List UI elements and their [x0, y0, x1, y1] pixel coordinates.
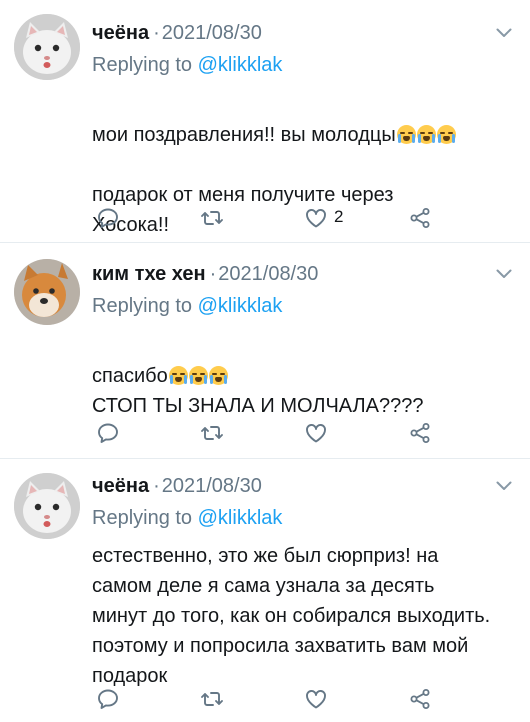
retweet-icon	[201, 211, 223, 225]
speech-bubble-icon	[98, 689, 118, 709]
like-button[interactable]	[304, 687, 328, 711]
tweet-text: мои поздравления!! вы молодцы	[92, 90, 510, 150]
tweet-date[interactable]: 2021/08/30	[162, 473, 262, 499]
tweet-date[interactable]: 2021/08/30	[162, 20, 262, 46]
crying-emoji	[416, 125, 436, 144]
replying-to-label: Replying to	[92, 507, 198, 529]
retweet-icon	[201, 426, 223, 440]
heart-icon	[306, 209, 326, 228]
tweet-actions: 2	[96, 206, 432, 230]
tweet-text-paragraph: СТОП ТЫ ЗНАЛА И МОЛЧАЛА????	[92, 395, 424, 417]
share-icon	[410, 689, 430, 709]
crying-emoji	[396, 125, 416, 144]
share-button[interactable]	[408, 687, 432, 711]
retweet-icon	[201, 692, 223, 706]
replying-to: Replying to @klikklak	[92, 505, 510, 531]
reply-button[interactable]	[96, 421, 120, 445]
replying-to: Replying to @klikklak	[92, 52, 510, 78]
tweet-header: чеёна · 2021/08/30	[92, 20, 510, 46]
speech-bubble-icon	[98, 208, 118, 228]
tweet-header: чеёна · 2021/08/30	[92, 473, 510, 499]
share-icon	[410, 423, 430, 443]
crying-emoji	[188, 366, 208, 385]
heart-icon	[306, 424, 326, 443]
display-name[interactable]: ким тхе хен	[92, 261, 206, 287]
tweet[interactable]: ким тхе хен · 2021/08/30 Replying to @kl…	[0, 243, 530, 459]
tweet-date[interactable]: 2021/08/30	[218, 261, 318, 287]
tweet[interactable]: чеёна · 2021/08/30 Replying to @klikklak…	[0, 0, 530, 243]
crying-emoji	[168, 366, 188, 385]
reply-button[interactable]	[96, 687, 120, 711]
tweet-actions	[96, 687, 432, 711]
like-count: 2	[334, 207, 344, 226]
share-button[interactable]	[408, 206, 432, 230]
replying-to-label: Replying to	[92, 295, 198, 317]
replying-to-handle[interactable]: @klikklak	[198, 54, 283, 76]
tweet-text-line: спасибо	[92, 365, 168, 387]
avatar[interactable]	[14, 14, 80, 80]
tweet-actions	[96, 421, 432, 445]
display-name[interactable]: чеёна	[92, 473, 149, 499]
chevron-down-icon[interactable]	[496, 481, 512, 491]
retweet-button[interactable]	[200, 687, 224, 711]
crying-emoji	[436, 125, 456, 144]
display-name[interactable]: чеёна	[92, 20, 149, 46]
chevron-down-icon[interactable]	[496, 28, 512, 38]
tweet[interactable]: чеёна · 2021/08/30 Replying to @klikklak…	[0, 459, 530, 722]
retweet-button[interactable]	[200, 421, 224, 445]
separator-dot: ·	[209, 263, 217, 285]
tweet-text: естественно, это же был сюрприз! на само…	[92, 545, 491, 687]
cat-avatar-image	[14, 14, 80, 80]
separator-dot: ·	[153, 22, 160, 44]
speech-bubble-icon	[98, 423, 118, 443]
share-button[interactable]	[408, 421, 432, 445]
like-button[interactable]	[304, 421, 328, 445]
replying-to-handle[interactable]: @klikklak	[198, 507, 283, 529]
dog-avatar-image	[14, 259, 80, 325]
replying-to-label: Replying to	[92, 54, 198, 76]
crying-emoji	[208, 366, 228, 385]
avatar[interactable]	[14, 473, 80, 539]
tweet-header: ким тхе хен · 2021/08/30	[92, 261, 510, 287]
replying-to-handle[interactable]: @klikklak	[198, 295, 283, 317]
cat-avatar-image	[14, 473, 80, 539]
like-button[interactable]: 2	[304, 206, 343, 230]
share-icon	[410, 208, 430, 228]
replying-to: Replying to @klikklak	[92, 293, 510, 319]
tweet-text: спасибо	[92, 331, 510, 391]
chevron-down-icon[interactable]	[496, 269, 512, 279]
retweet-button[interactable]	[200, 206, 224, 230]
heart-icon	[306, 690, 326, 709]
avatar[interactable]	[14, 259, 80, 325]
tweet-text-line: мои поздравления!! вы молодцы	[92, 124, 396, 146]
separator-dot: ·	[153, 475, 160, 497]
reply-button[interactable]	[96, 206, 120, 230]
